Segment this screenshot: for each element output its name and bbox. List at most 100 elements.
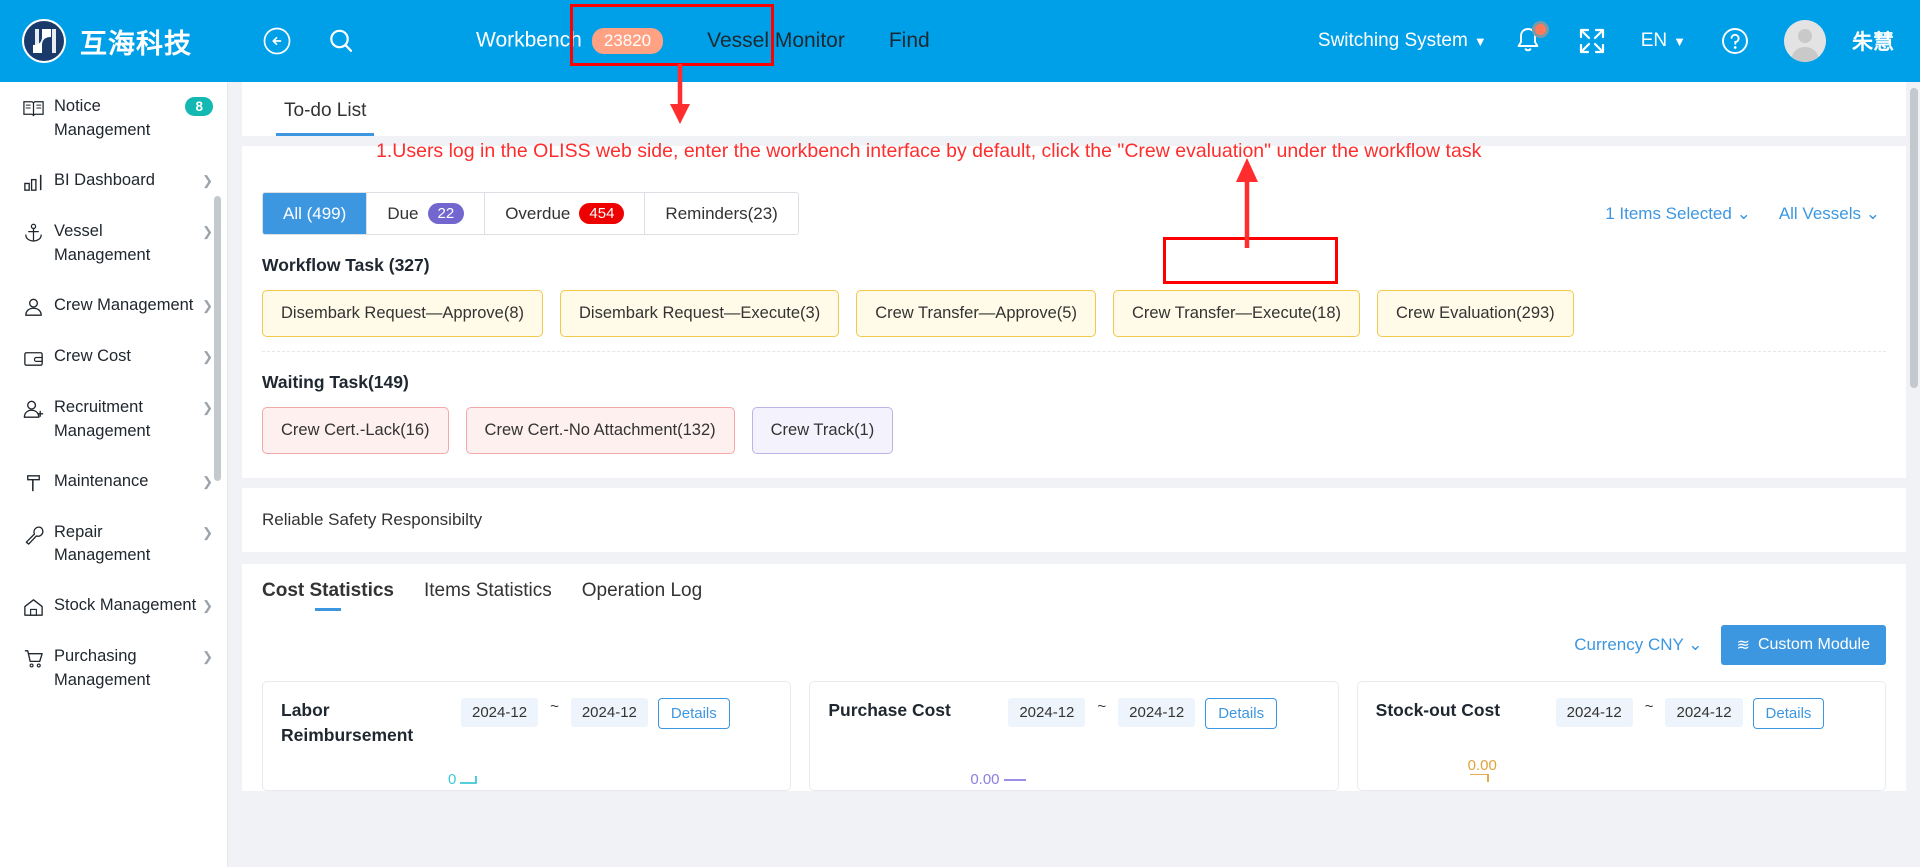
chevron-down-icon: ⌄ (1736, 203, 1751, 223)
person-add-icon (18, 396, 48, 421)
sparkline-icon (1003, 778, 1026, 781)
statistics-controls: Currency CNY ⌄ ≋ Custom Module (262, 625, 1886, 665)
chip-crew-transfer-approve[interactable]: Crew Transfer—Approve(5) (856, 290, 1096, 337)
sidebar-item-bi-dashboard[interactable]: BI Dashboard ❯ (0, 156, 227, 207)
language-selector[interactable]: EN ▼ (1641, 30, 1686, 52)
tab-items-statistics[interactable]: Items Statistics (424, 580, 552, 611)
sidebar-scrollbar[interactable] (214, 196, 221, 481)
sidebar-item-purchasing-management[interactable]: Purchasing Management ❯ (0, 632, 227, 706)
user-avatar-icon[interactable] (1784, 20, 1826, 62)
cost-card-header: Labor Reimbursement 2024-12 ~ 2024-12 De… (281, 698, 772, 749)
custom-module-button[interactable]: ≋ Custom Module (1720, 625, 1886, 665)
topbar-menu: Workbench 23820 Vessel Monitor Find (454, 18, 952, 64)
sidebar-item-repair-management[interactable]: Repair Management ❯ (0, 508, 227, 582)
filter-overdue-label: Overdue (505, 203, 571, 223)
chevron-right-icon: ❯ (202, 399, 213, 415)
brand-name: 互海科技 (80, 28, 192, 59)
cost-card-value: 0.00 (1468, 757, 1502, 784)
date-to[interactable]: 2024-12 (570, 698, 648, 727)
chevron-right-icon: ❯ (202, 297, 213, 313)
date-to[interactable]: 2024-12 (1118, 698, 1196, 727)
filter-due[interactable]: Due 22 (367, 193, 486, 234)
chevron-right-icon: ❯ (202, 524, 213, 540)
chip-disembark-request-execute[interactable]: Disembark Request—Execute(3) (560, 290, 840, 337)
workflow-task-title: Workflow Task (327) (262, 255, 430, 275)
sidebar-item-label: BI Dashboard (54, 170, 155, 189)
topbar-left-icons (254, 18, 364, 64)
filter-reminders[interactable]: Reminders(23) (645, 193, 798, 234)
filter-overdue-badge: 454 (579, 203, 625, 224)
sidebar-item-label: Purchasing Management (54, 647, 151, 690)
topbar-right-controls: Switching System ▼ EN ▼ 朱慧 (1318, 18, 1920, 64)
cost-card-title: Purchase Cost (828, 700, 951, 720)
cost-card-title: Labor Reimbursement (281, 700, 414, 746)
main-scrollbar[interactable] (1910, 88, 1918, 388)
help-question-icon[interactable] (1712, 18, 1758, 64)
chevron-down-icon: ⌄ (1688, 635, 1703, 654)
chevron-right-icon: ❯ (202, 223, 213, 239)
bar-chart-icon (18, 169, 48, 194)
sidebar: Notice Management 8 BI Dashboard ❯ Vesse… (0, 82, 228, 867)
chip-crew-transfer-execute[interactable]: Crew Transfer—Execute(18) (1112, 290, 1361, 337)
app-root: 互海科技 Workbench 23820 Vessel Monitor Find… (0, 0, 1920, 867)
back-arrow-circle-icon[interactable] (254, 18, 300, 64)
switching-system-dropdown[interactable]: Switching System ▼ (1318, 30, 1487, 52)
currency-label: Currency CNY (1574, 635, 1684, 654)
filter-due-badge: 22 (427, 203, 465, 224)
chip-crew-cert-no-attachment[interactable]: Crew Cert.-No Attachment(132) (465, 407, 735, 454)
tab-cost-statistics[interactable]: Cost Statistics (262, 580, 394, 611)
workbench-count-badge: 23820 (591, 28, 664, 54)
sidebar-item-crew-management[interactable]: Crew Management ❯ (0, 281, 227, 332)
chip-crew-evaluation[interactable]: Crew Evaluation(293) (1377, 290, 1574, 337)
sliders-icon: ≋ (1736, 637, 1750, 654)
currency-dropdown[interactable]: Currency CNY ⌄ (1574, 635, 1702, 655)
filter-due-label: Due (387, 203, 419, 223)
fullscreen-expand-icon[interactable] (1569, 18, 1615, 64)
sidebar-item-notice-management[interactable]: Notice Management 8 (0, 82, 227, 156)
cost-card-header: Stock-out Cost 2024-12 ~ 2024-12 Details (1376, 698, 1867, 729)
date-from[interactable]: 2024-12 (1555, 698, 1633, 727)
filter-overdue[interactable]: Overdue 454 (485, 193, 646, 234)
details-button[interactable]: Details (657, 698, 730, 729)
chip-disembark-request-approve[interactable]: Disembark Request—Approve(8) (262, 290, 544, 337)
todo-filter-right: 1 Items Selected ⌄ All Vessels ⌄ (1605, 204, 1886, 224)
shopping-cart-icon (18, 645, 48, 670)
chevron-down-icon: ⌄ (1865, 203, 1880, 223)
notice-book-icon (18, 95, 48, 120)
sidebar-item-crew-cost[interactable]: Crew Cost ❯ (0, 332, 227, 383)
chip-crew-cert-lack[interactable]: Crew Cert.-Lack(16) (262, 407, 449, 454)
nav-item-find[interactable]: Find (867, 19, 952, 63)
search-icon[interactable] (318, 18, 364, 64)
custom-module-label: Custom Module (1757, 636, 1870, 653)
tab-operation-log[interactable]: Operation Log (582, 580, 702, 611)
sidebar-item-vessel-management[interactable]: Vessel Management ❯ (0, 207, 227, 281)
vessel-filter-dropdown[interactable]: All Vessels ⌄ (1779, 204, 1880, 224)
sidebar-item-maintenance[interactable]: Maintenance ❯ (0, 457, 227, 508)
language-label: EN (1640, 30, 1668, 51)
sidebar-item-label: Notice Management (54, 97, 151, 139)
wallet-icon (18, 345, 48, 370)
workflow-chip-list: Disembark Request—Approve(8) Disembark R… (242, 276, 1906, 351)
tab-todo-list[interactable]: To-do List (276, 100, 375, 136)
date-to[interactable]: 2024-12 (1665, 698, 1743, 727)
date-from[interactable]: 2024-12 (461, 698, 539, 727)
sidebar-item-stock-management[interactable]: Stock Management ❯ (0, 581, 227, 632)
safety-section: Reliable Safety Responsibilty (242, 488, 1906, 552)
details-button[interactable]: Details (1205, 698, 1278, 729)
notification-bell-icon[interactable] (1513, 21, 1549, 58)
hammer-icon (18, 470, 48, 495)
nav-item-workbench[interactable]: Workbench 23820 (454, 18, 685, 64)
cost-card-header: Purchase Cost 2024-12 ~ 2024-12 Details (828, 698, 1319, 729)
date-from[interactable]: 2024-12 (1008, 698, 1086, 727)
sidebar-item-recruitment-management[interactable]: Recruitment Management ❯ (0, 383, 227, 457)
chevron-right-icon: ❯ (202, 348, 213, 364)
company-logo-icon (22, 19, 66, 63)
details-button[interactable]: Details (1752, 698, 1825, 729)
switching-system-label: Switching System (1317, 30, 1468, 51)
person-icon (18, 294, 48, 319)
filter-all[interactable]: All (499) (263, 193, 368, 234)
nav-item-vessel-monitor[interactable]: Vessel Monitor (685, 19, 867, 63)
items-selected-dropdown[interactable]: 1 Items Selected ⌄ (1605, 204, 1751, 224)
sidebar-item-label: Maintenance (54, 471, 149, 490)
chip-crew-track[interactable]: Crew Track(1) (751, 407, 894, 454)
